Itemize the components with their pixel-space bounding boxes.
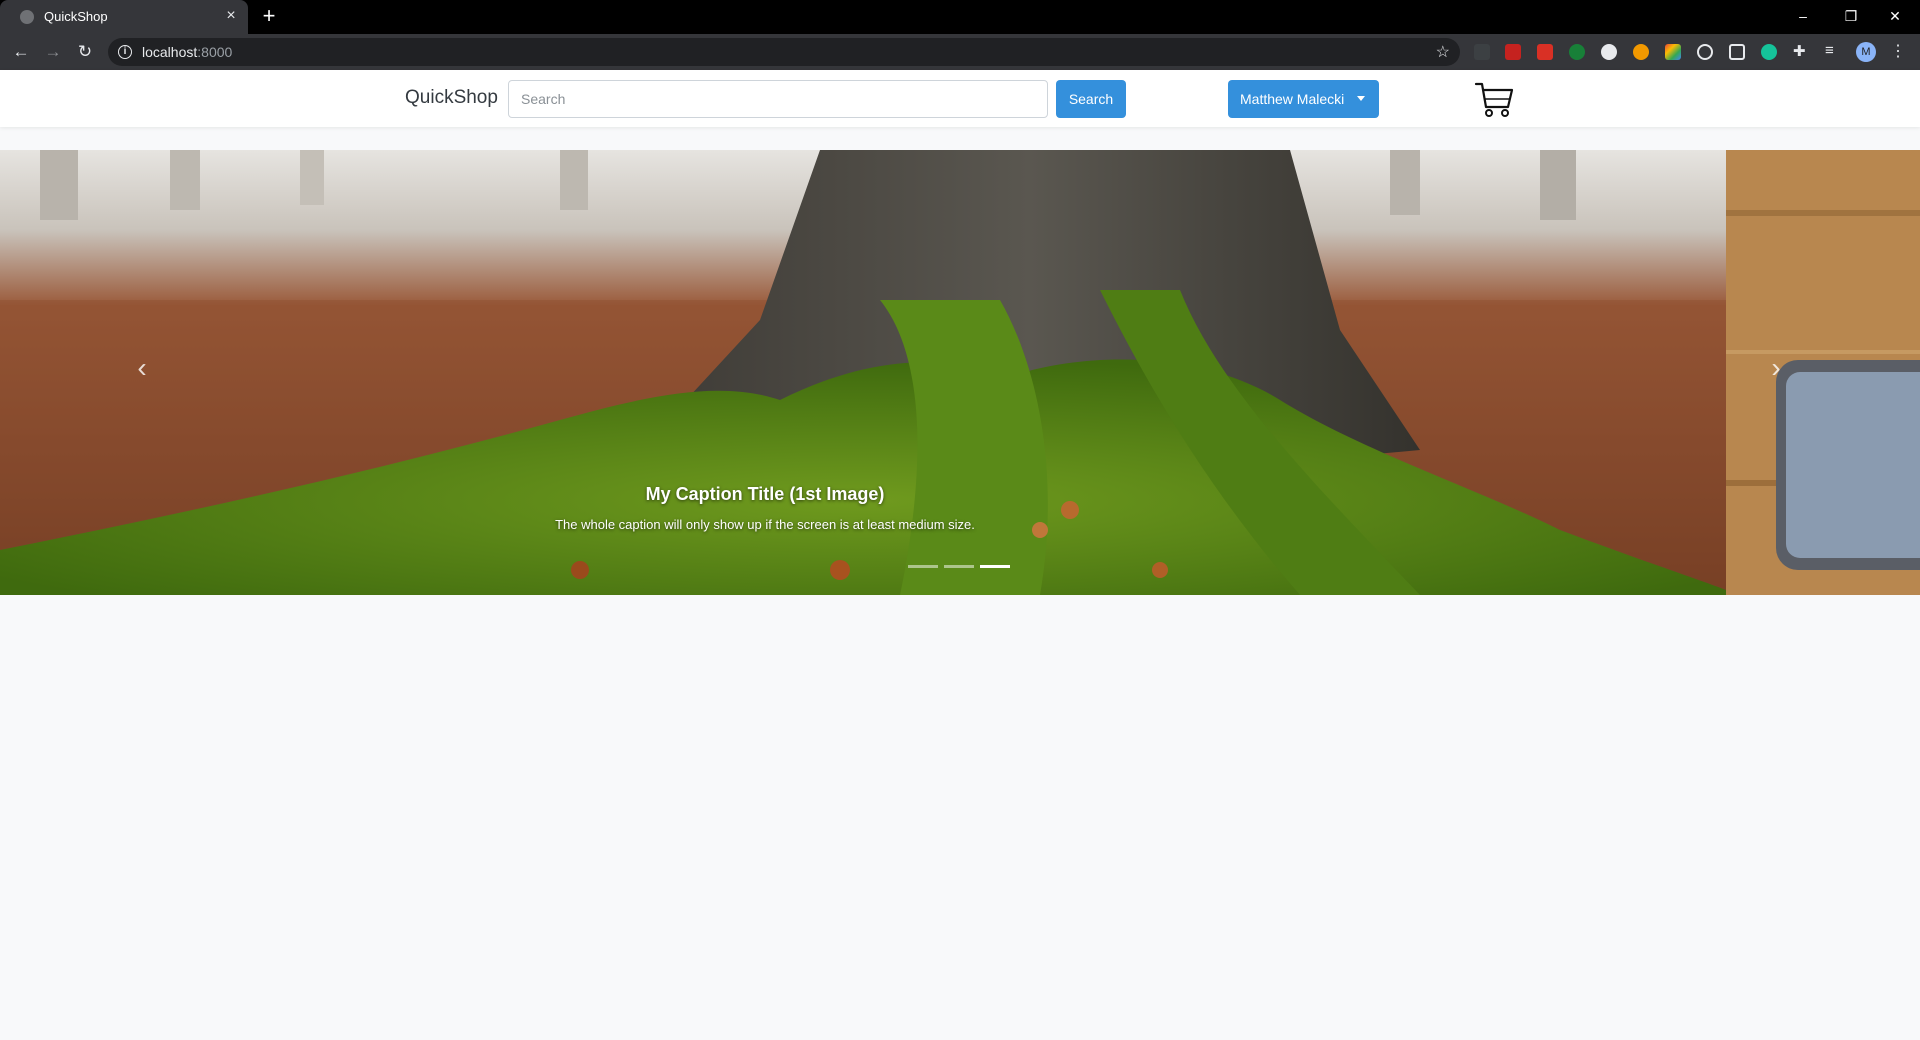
carousel-next-slide-image <box>1726 150 1920 595</box>
browser-tabstrip: QuickShop × + – ❐ ✕ <box>0 0 1920 34</box>
restore-button[interactable]: ❐ <box>1828 4 1874 28</box>
address-bar[interactable]: i localhost:8000 ☆ <box>108 38 1460 66</box>
kebab-menu-icon[interactable]: ⋮ <box>1890 42 1906 62</box>
back-icon[interactable]: ← <box>10 42 32 62</box>
carousel-indicators <box>908 565 1014 569</box>
carousel-indicator-3[interactable] <box>980 565 1010 568</box>
carousel-indicator-1[interactable] <box>908 565 938 568</box>
search-input[interactable] <box>508 80 1048 118</box>
hero-carousel: ‹ › My Caption Title (1st Image) The who… <box>0 150 1920 595</box>
notion-icon[interactable] <box>1729 44 1745 60</box>
info-icon[interactable]: i <box>118 45 132 59</box>
shopping-cart-icon[interactable] <box>1474 81 1514 119</box>
extension-icon[interactable] <box>1537 44 1553 60</box>
puzzle-icon[interactable]: ✚ <box>1793 42 1809 60</box>
reload-icon[interactable]: ↻ <box>74 42 96 62</box>
globe-icon <box>20 10 34 24</box>
browser-toolbar: ← → ↻ i localhost:8000 ☆ ✚ ≡ M ⋮ <box>0 34 1920 70</box>
profile-avatar[interactable]: M <box>1856 42 1876 62</box>
color-picker-icon[interactable] <box>1665 44 1681 60</box>
ublock-icon[interactable] <box>1505 44 1521 60</box>
caret-down-icon <box>1357 96 1365 101</box>
close-tab-icon[interactable]: × <box>222 7 240 25</box>
site-navbar: QuickShop Search Matthew Malecki <box>0 70 1920 127</box>
search-button[interactable]: Search <box>1056 80 1126 118</box>
media-queue-icon[interactable]: ≡ <box>1825 42 1841 59</box>
carousel-caption: My Caption Title (1st Image) The whole c… <box>430 484 1100 532</box>
caption-title: My Caption Title (1st Image) <box>645 484 885 504</box>
shield-icon[interactable] <box>1569 44 1585 60</box>
target-icon[interactable] <box>1697 44 1713 60</box>
forward-icon[interactable]: → <box>42 42 64 62</box>
user-dropdown-button[interactable]: Matthew Malecki <box>1228 80 1379 118</box>
bookmark-star-icon[interactable]: ☆ <box>1436 42 1450 62</box>
extension-icon[interactable] <box>1474 44 1490 60</box>
chevron-left-icon[interactable]: ‹ <box>130 353 154 383</box>
carousel-indicator-2[interactable] <box>944 565 974 568</box>
url-text: localhost:8000 <box>142 44 233 60</box>
browser-tab[interactable]: QuickShop × <box>0 0 248 34</box>
close-window-button[interactable]: ✕ <box>1872 4 1918 28</box>
extension-icon[interactable] <box>1633 44 1649 60</box>
caption-text: The whole caption will only show up if t… <box>555 517 975 532</box>
minimize-button[interactable]: – <box>1780 4 1826 28</box>
chevron-right-icon[interactable]: › <box>1764 353 1788 383</box>
tab-title: QuickShop <box>44 9 108 24</box>
user-name: Matthew Malecki <box>1240 91 1345 107</box>
list-icon[interactable] <box>1601 44 1617 60</box>
new-tab-button[interactable]: + <box>258 5 280 28</box>
brand-logo[interactable]: QuickShop <box>405 87 498 109</box>
grammarly-icon[interactable] <box>1761 44 1777 60</box>
